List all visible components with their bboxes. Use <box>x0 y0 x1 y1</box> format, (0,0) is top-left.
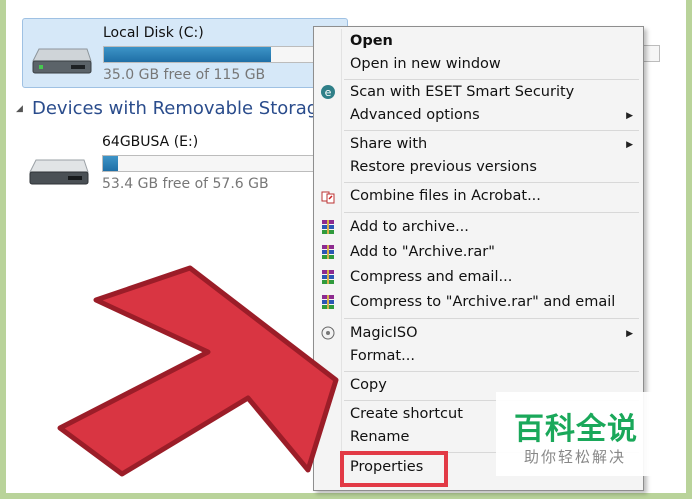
usb-drive-icon <box>29 159 89 185</box>
eset-icon: e <box>321 85 335 99</box>
menu-item-share-with[interactable]: Share with <box>350 136 427 152</box>
menu-item-combine-acrobat[interactable]: Combine files in Acrobat... <box>350 188 541 204</box>
menu-item-compress-and-email[interactable]: Compress and email... <box>350 269 512 285</box>
drive-c-usage-fill <box>104 47 271 62</box>
svg-text:e: e <box>325 86 332 99</box>
drive-e-name: 64GBUSA (E:) <box>102 134 199 150</box>
section-title-removable-storage: Devices with Removable Storage ( <box>32 98 342 119</box>
winrar-icon <box>322 295 334 309</box>
menu-item-open[interactable]: Open <box>350 33 393 49</box>
properties-highlight-box <box>340 451 448 487</box>
drive-c-name: Local Disk (C:) <box>103 25 204 41</box>
menu-separator <box>344 371 639 372</box>
menu-item-scan-eset[interactable]: Scan with ESET Smart Security <box>350 84 574 100</box>
menu-icon-gutter <box>341 29 342 488</box>
menu-item-format[interactable]: Format... <box>350 348 415 364</box>
winrar-icon <box>322 270 334 284</box>
watermark-main-text: 百科全说 <box>514 412 638 447</box>
menu-item-add-to-archive[interactable]: Add to archive... <box>350 219 469 235</box>
menu-item-create-shortcut[interactable]: Create shortcut <box>350 406 463 422</box>
drive-e-usage-bar <box>102 155 322 172</box>
menu-separator <box>344 318 639 319</box>
winrar-icon <box>322 220 334 234</box>
winrar-icon <box>322 245 334 259</box>
menu-separator <box>344 79 639 80</box>
menu-item-advanced-options[interactable]: Advanced options <box>350 107 480 123</box>
submenu-arrow-icon: ▶ <box>626 111 633 121</box>
menu-item-open-new-window[interactable]: Open in new window <box>350 56 501 72</box>
menu-item-restore-previous-versions[interactable]: Restore previous versions <box>350 159 537 175</box>
watermark-logo: 百科全说 助你轻松解决 <box>496 392 666 476</box>
drive-c-tile[interactable]: Local Disk (C:) 35.0 GB free of 115 GB <box>22 18 348 88</box>
drive-c-free-space: 35.0 GB free of 115 GB <box>103 67 266 83</box>
acrobat-icon <box>321 191 335 204</box>
menu-separator <box>344 130 639 131</box>
submenu-arrow-icon: ▶ <box>626 140 633 150</box>
section-title-chevron-icon[interactable]: ◢ <box>16 104 23 114</box>
menu-item-rename[interactable]: Rename <box>350 429 409 445</box>
hard-disk-icon <box>32 48 92 74</box>
menu-item-add-to-archive-rar[interactable]: Add to "Archive.rar" <box>350 244 495 260</box>
drive-e-tile[interactable]: 64GBUSA (E:) 53.4 GB free of 57.6 GB <box>22 128 322 198</box>
menu-separator <box>344 182 639 183</box>
submenu-arrow-icon: ▶ <box>626 329 633 339</box>
drive-e-free-space: 53.4 GB free of 57.6 GB <box>102 176 269 192</box>
menu-item-compress-rar-and-email[interactable]: Compress to "Archive.rar" and email <box>350 294 615 310</box>
watermark-sub-text: 助你轻松解决 <box>524 448 627 466</box>
menu-item-copy[interactable]: Copy <box>350 377 387 393</box>
menu-item-magiciso[interactable]: MagicISO <box>350 325 418 341</box>
drive-e-usage-fill <box>103 156 119 171</box>
magiciso-icon <box>321 326 335 340</box>
drive-c-bar-overflow <box>642 45 660 62</box>
menu-separator <box>344 212 639 213</box>
drive-c-usage-bar <box>103 46 343 63</box>
